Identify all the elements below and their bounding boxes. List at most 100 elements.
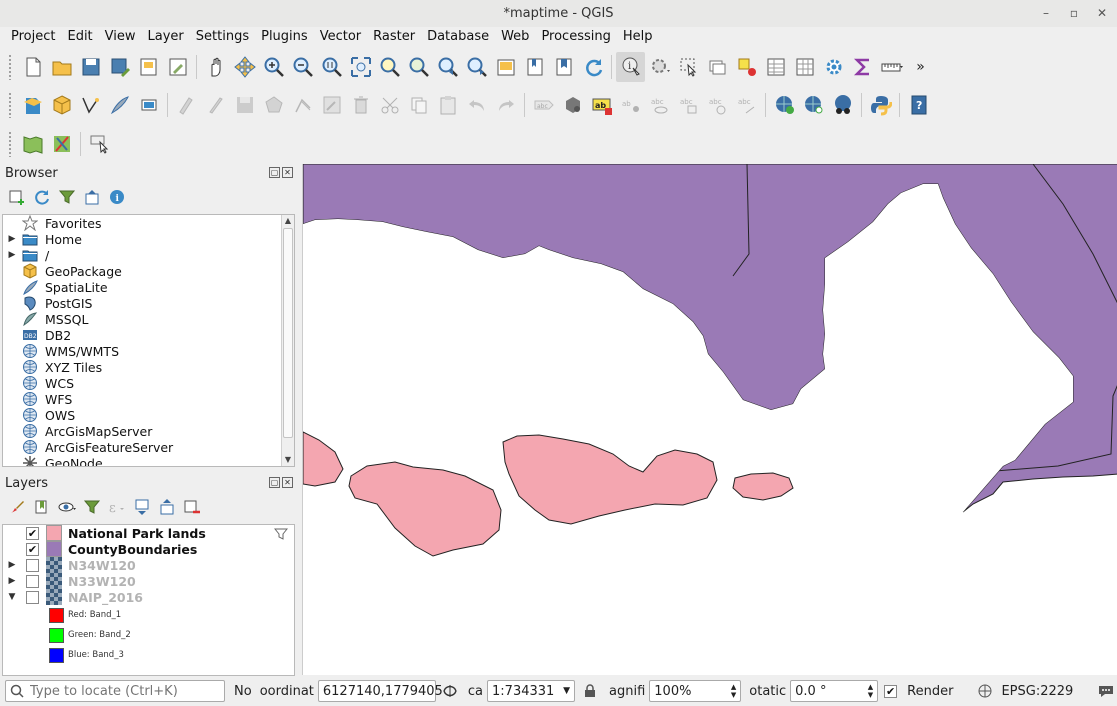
add-wfs-layer-button[interactable] (828, 90, 857, 120)
browser-item-wcs[interactable]: WCS (3, 375, 294, 391)
filter-expression-button[interactable]: ε (106, 496, 128, 518)
collapse-all-layers-button[interactable] (156, 496, 178, 518)
map-canvas[interactable] (302, 164, 1117, 675)
menu-processing[interactable]: Processing (535, 27, 616, 48)
add-selected-layers-button[interactable] (6, 186, 28, 208)
collapse-all-button[interactable] (81, 186, 103, 208)
zoom-last-button[interactable] (433, 52, 462, 82)
browser-item-root[interactable]: ▶ / (3, 247, 294, 263)
menu-web[interactable]: Web (495, 27, 535, 48)
browser-filter-button[interactable] (56, 186, 78, 208)
pan-button[interactable] (201, 52, 230, 82)
layer-labeling-button[interactable]: ab (587, 90, 616, 120)
park-island-santa-rosa[interactable] (348, 461, 502, 557)
data-source-manager-button[interactable] (18, 90, 47, 120)
python-console-button[interactable] (866, 90, 895, 120)
messages-icon[interactable] (1097, 683, 1115, 699)
menu-database[interactable]: Database (421, 27, 495, 48)
map-svg[interactable] (303, 164, 1117, 675)
new-scratch-layer-button[interactable] (134, 90, 163, 120)
close-button[interactable]: ✕ (1095, 0, 1109, 27)
toolbar-handle[interactable] (8, 131, 12, 157)
layer-filter-indicator-icon[interactable] (274, 527, 288, 541)
toolbox-button[interactable] (819, 52, 848, 82)
browser-scrollbar[interactable]: ▲ ▼ (281, 215, 294, 466)
magnifier-spinbox[interactable]: 100% ▲ ▼ (649, 680, 742, 702)
select-tool-button[interactable] (85, 129, 114, 159)
toolbar-handle[interactable] (8, 54, 12, 80)
add-wms-layer-button[interactable] (770, 90, 799, 120)
menu-raster[interactable]: Raster (367, 27, 421, 48)
zoom-full-button[interactable] (346, 52, 375, 82)
toggle-edits-button[interactable] (172, 90, 201, 120)
park-island-santa-cruz[interactable] (502, 434, 718, 525)
new-shapefile-button[interactable] (76, 90, 105, 120)
park-island-anacapa[interactable] (732, 472, 794, 501)
browser-item-arcgisfeatureserver[interactable]: ArcGisFeatureServer (3, 439, 294, 455)
enable-properties-button[interactable]: i (106, 186, 128, 208)
toolbar-overflow-button[interactable]: » (906, 52, 935, 82)
layer-visibility-checkbox[interactable] (26, 590, 39, 604)
restore-button[interactable]: ▫ (1067, 0, 1081, 27)
browser-item-postgis[interactable]: PostGIS (3, 295, 294, 311)
modify-attributes-button[interactable] (317, 90, 346, 120)
show-hide-labels-button[interactable]: abc (645, 90, 674, 120)
park-island-west[interactable] (303, 431, 344, 487)
locator-box[interactable] (5, 680, 225, 702)
spin-arrows-icon[interactable]: ▲ ▼ (731, 683, 736, 699)
statistics-button[interactable] (848, 52, 877, 82)
layer-row-countyboundaries[interactable]: ✔ CountyBoundaries (3, 541, 294, 557)
diagram-options-button[interactable] (558, 90, 587, 120)
add-group-button[interactable] (31, 496, 53, 518)
identify-button[interactable]: i (616, 52, 645, 82)
open-project-button[interactable] (47, 52, 76, 82)
layer-visibility-checkbox[interactable]: ✔ (26, 526, 39, 540)
browser-item-xyz-tiles[interactable]: XYZ Tiles (3, 359, 294, 375)
spin-arrows-icon[interactable]: ▲ ▼ (868, 683, 873, 699)
locator-input[interactable] (30, 683, 216, 699)
browser-item-mssql[interactable]: MSSQL (3, 311, 294, 327)
zoom-out-button[interactable] (288, 52, 317, 82)
browser-item-db2[interactable]: DB2 DB2 (3, 327, 294, 343)
save-edits-button[interactable] (230, 90, 259, 120)
zoom-layer-button[interactable] (404, 52, 433, 82)
menu-view[interactable]: View (99, 27, 142, 48)
zoom-native-button[interactable] (317, 52, 346, 82)
run-action-button[interactable] (645, 52, 674, 82)
browser-item-geonode[interactable]: GeoNode (3, 455, 294, 466)
expand-arrow-icon[interactable]: ▶ (3, 234, 21, 244)
move-label-button[interactable]: abc (674, 90, 703, 120)
filter-legend-button[interactable] (81, 496, 103, 518)
layer-symbol-swatch[interactable] (46, 541, 62, 557)
layout-manager-button[interactable] (134, 52, 163, 82)
layer-row-n34w120[interactable]: ▶ N34W120 (3, 557, 294, 573)
layer-symbol-swatch[interactable] (46, 525, 62, 541)
georeferencer-button[interactable] (18, 129, 47, 159)
new-map-view-button[interactable] (491, 52, 520, 82)
refresh-button[interactable] (578, 52, 607, 82)
save-as-button[interactable] (105, 52, 134, 82)
show-bookmarks-button[interactable] (549, 52, 578, 82)
new-geopackage-button[interactable] (47, 90, 76, 120)
close-panel-button[interactable]: ✕ (282, 477, 293, 488)
expand-all-button[interactable] (131, 496, 153, 518)
select-features-button[interactable] (674, 52, 703, 82)
attribute-table-button[interactable] (761, 52, 790, 82)
help-contents-button[interactable]: ? (904, 90, 933, 120)
cut-features-button[interactable] (375, 90, 404, 120)
expand-arrow-icon[interactable]: ▶ (3, 576, 21, 586)
expand-arrow-icon[interactable]: ▼ (3, 592, 21, 602)
undo-button[interactable] (462, 90, 491, 120)
pin-labels-button[interactable]: ab (616, 90, 645, 120)
browser-item-arcgismapserver[interactable]: ArcGisMapServer (3, 423, 294, 439)
menu-vector[interactable]: Vector (314, 27, 367, 48)
scroll-thumb[interactable] (283, 228, 293, 438)
save-project-button[interactable] (76, 52, 105, 82)
redo-button[interactable] (491, 90, 520, 120)
delete-selected-button[interactable] (346, 90, 375, 120)
scroll-up-arrow[interactable]: ▲ (282, 215, 294, 227)
toggle-editing-button[interactable] (201, 90, 230, 120)
layer-row-national-park-lands[interactable]: ✔ National Park lands (3, 525, 294, 541)
expand-arrow-icon[interactable]: ▶ (3, 250, 21, 260)
pan-to-selection-button[interactable] (230, 52, 259, 82)
